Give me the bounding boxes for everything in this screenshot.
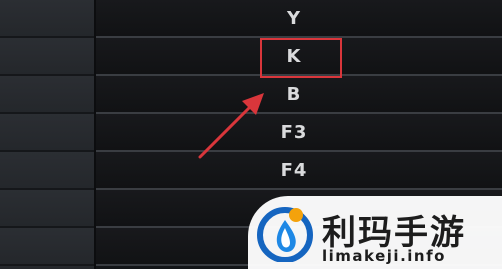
key-label: Y	[286, 7, 302, 29]
highlight-box	[260, 38, 342, 78]
keybind-row-f3[interactable]: F3	[96, 114, 502, 152]
key-label: F4	[280, 159, 308, 181]
row-header-cell	[0, 0, 94, 38]
row-header-column	[0, 0, 96, 269]
keybind-row-y[interactable]: Y	[96, 0, 502, 38]
keybind-row-b[interactable]: B	[96, 76, 502, 114]
row-header-cell	[0, 228, 94, 266]
row-header-cell	[0, 114, 94, 152]
keybind-row-f4[interactable]: F4	[96, 152, 502, 190]
row-header-cell	[0, 38, 94, 76]
key-label: F3	[280, 121, 308, 143]
row-header-cell	[0, 190, 94, 228]
watermark-logo-icon	[257, 207, 313, 262]
watermark-domain: limakeji.info	[322, 247, 446, 265]
key-label: B	[286, 83, 302, 105]
row-header-cell	[0, 76, 94, 114]
row-header-cell	[0, 152, 94, 190]
